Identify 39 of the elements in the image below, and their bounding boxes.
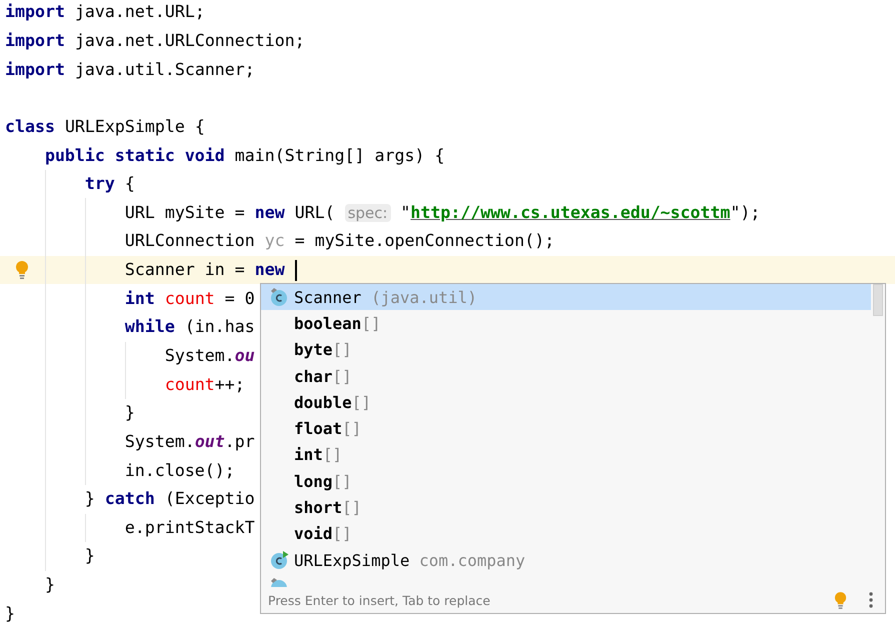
- completion-item[interactable]: void[]: [261, 520, 871, 547]
- code-line: }: [5, 602, 15, 625]
- code-line: import java.util.Scanner;: [5, 58, 255, 81]
- completion-item[interactable]: URLExpSimple com.company: [261, 546, 871, 574]
- code-line: }: [44, 574, 55, 596]
- lightbulb-icon[interactable]: [15, 260, 29, 279]
- code-line: import java.net.URL;: [5, 1, 205, 24]
- code-line: in.close();: [124, 460, 235, 482]
- class-icon: [269, 577, 289, 587]
- code-line: }: [84, 545, 95, 568]
- hint-text: Press Enter to insert, Tab to replace: [268, 592, 492, 608]
- code-line: public static void main(String[] args) {: [44, 144, 445, 167]
- code-line: System.out.pr: [124, 430, 255, 453]
- code-line: e.printStackT: [124, 516, 255, 539]
- code-line: } catch (Exceptio: [84, 488, 255, 510]
- code-line: count++;: [164, 374, 245, 396]
- completion-item[interactable]: long[]: [261, 468, 871, 494]
- completion-item[interactable]: Scanner (java.util): [261, 284, 871, 310]
- code-line: URL mySite = new URL( spec: "http://www.cs.utexas.edu/~scottm");: [124, 202, 760, 224]
- code-line: try {: [84, 173, 135, 196]
- completion-item[interactable]: double[]: [261, 389, 871, 416]
- completion-item[interactable]: int[]: [261, 442, 871, 468]
- completion-item[interactable]: boolean[]: [261, 310, 871, 337]
- code-line: Scanner in = new: [124, 259, 285, 282]
- code-line: import java.net.URLConnection;: [5, 30, 305, 52]
- code-line: class URLExpSimple {: [5, 116, 205, 138]
- code-line: int count = 0: [124, 288, 255, 310]
- text-caret: [294, 260, 297, 281]
- scrollbar-thumb[interactable]: [873, 284, 883, 316]
- completion-item[interactable]: float[]: [261, 415, 871, 442]
- completion-item[interactable]: char[]: [261, 362, 871, 390]
- code-line: URLConnection yc = mySite.openConnection();: [124, 230, 554, 252]
- completion-item[interactable]: byte[]: [261, 336, 871, 363]
- code-line: System.ou: [164, 345, 255, 367]
- code-line: }: [124, 402, 135, 424]
- more-icon[interactable]: [869, 592, 873, 608]
- code-line: while (in.has: [124, 316, 255, 338]
- lightbulb-icon[interactable]: [834, 592, 847, 608]
- completion-item[interactable]: short[]: [261, 494, 871, 521]
